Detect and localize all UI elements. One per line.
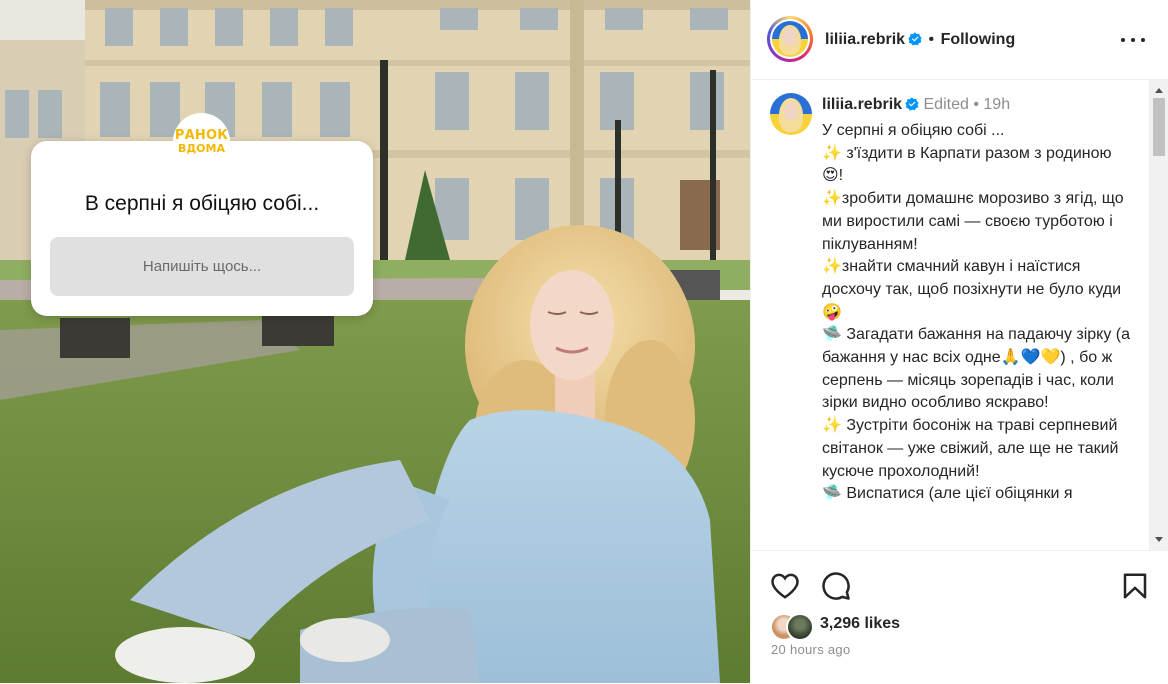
caption-scrollbar[interactable]	[1149, 80, 1168, 550]
author-avatar[interactable]	[767, 16, 813, 62]
bookmark-icon[interactable]	[1120, 571, 1150, 601]
post-photo[interactable]: В серпні я обіцяю собі... Напишіть щось.…	[0, 0, 750, 683]
story-question-text: В серпні я обіцяю собі...	[84, 192, 320, 215]
more-options-icon[interactable]	[1121, 30, 1145, 50]
heart-icon[interactable]	[770, 571, 800, 601]
edited-label: Edited	[923, 96, 969, 113]
scroll-down-arrow-icon[interactable]	[1155, 537, 1163, 542]
caption-username-link[interactable]: liliia.rebrik	[822, 96, 902, 113]
logo-line-1: РАНОК	[174, 128, 229, 143]
header-username-link[interactable]: liliia.rebrik	[825, 31, 905, 48]
post-actions: 3,296 likes 20 hours ago	[751, 550, 1168, 684]
story-answer-input[interactable]: Напишіть щось...	[50, 237, 354, 296]
post-image	[0, 0, 750, 683]
header-author: liliia.rebrik • Following	[825, 31, 1015, 49]
ranok-vdoma-logo: РАНОК ВДОМА	[173, 113, 230, 170]
post-header: liliia.rebrik • Following	[751, 0, 1168, 80]
post-timestamp[interactable]: 20 hours ago	[771, 642, 851, 657]
header-separator: •	[928, 31, 935, 48]
verified-badge-icon	[905, 97, 919, 111]
logo-line-2: ВДОМА	[178, 142, 225, 155]
likes-count[interactable]: 3,296 likes	[820, 615, 900, 633]
comment-icon[interactable]	[821, 571, 851, 601]
liked-by-avatars[interactable]	[770, 613, 816, 641]
caption-separator: •	[973, 96, 979, 113]
scroll-up-arrow-icon[interactable]	[1155, 88, 1163, 93]
caption-text: У серпні я обіцяю собі ... ✨ з'їздити в …	[822, 122, 1131, 503]
post-side-panel: liliia.rebrik • Following liliia.rebrik …	[750, 0, 1168, 684]
liker-avatar[interactable]	[786, 613, 814, 641]
verified-badge-icon	[908, 32, 922, 46]
caption-time[interactable]: 19h	[983, 96, 1010, 113]
caption-header: liliia.rebrik Edited • 19h	[822, 96, 1010, 114]
caption-scroll-area[interactable]: liliia.rebrik Edited • 19h У серпні я об…	[751, 80, 1168, 550]
caption-avatar[interactable]	[770, 93, 812, 135]
following-button[interactable]: Following	[941, 31, 1016, 48]
scrollbar-thumb[interactable]	[1153, 98, 1165, 156]
